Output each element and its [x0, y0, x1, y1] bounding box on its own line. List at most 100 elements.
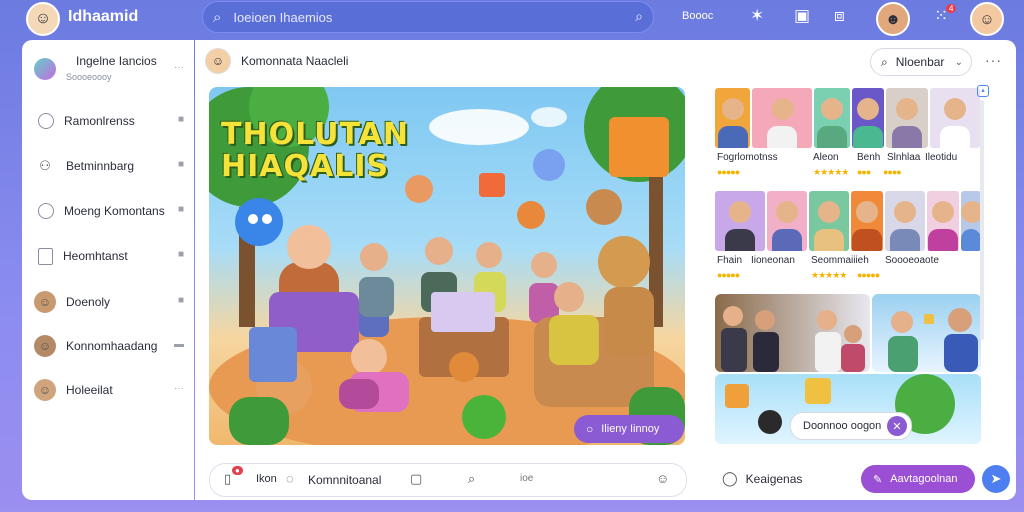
sidebar-item-contact-1[interactable]: ☺ Doenoly ■: [30, 287, 190, 317]
search-submit-icon[interactable]: ⌕: [635, 8, 643, 25]
body-shape: [892, 126, 922, 148]
chat-icon: [38, 203, 54, 219]
compose-tab-label[interactable]: Ikon: [256, 473, 277, 485]
body-shape: [725, 229, 755, 251]
compose-input[interactable]: Komnnitoanal: [308, 473, 381, 487]
gallery-photo[interactable]: [814, 88, 850, 148]
hero-title-line1: THOLUTAN: [221, 117, 409, 152]
photo-caption: Seommaiiieh: [811, 255, 869, 266]
gallery-photo[interactable]: [715, 88, 750, 148]
face-shape: [894, 201, 916, 223]
face-shape: [932, 201, 954, 223]
friend-avatar[interactable]: ☻: [876, 2, 910, 36]
gallery-scene-photo[interactable]: [715, 294, 870, 372]
hero-illustration[interactable]: THOLUTAN HIAQALIS ○ Ilieny Iinnoy: [209, 87, 685, 445]
gallery-photo[interactable]: [927, 191, 959, 251]
scene-graphic: [888, 308, 978, 372]
lock-icon: ■: [177, 114, 184, 125]
lock-icon: ■: [177, 295, 184, 306]
face-shape: [729, 201, 751, 223]
more-icon[interactable]: ···: [174, 383, 184, 394]
react-button[interactable]: ◯ Keaigenas: [722, 470, 802, 487]
sidebar-item-label: Ingelne Iancios: [76, 54, 157, 68]
people-icon: ⚇: [39, 158, 51, 173]
scene-graphic: [721, 306, 865, 372]
gallery-scrollbar[interactable]: ▴: [977, 85, 989, 340]
notification-badge: 4: [946, 4, 957, 13]
gallery-photo[interactable]: [961, 191, 981, 251]
body-shape: [853, 126, 883, 148]
body-shape: [961, 229, 981, 251]
gallery-action-button[interactable]: Doonnoo oogon ✕: [790, 412, 912, 440]
face-shape: [944, 98, 966, 120]
sparkle-icon[interactable]: ✶: [750, 6, 764, 26]
scroll-up-icon[interactable]: ▴: [977, 85, 989, 97]
sidebar-item-sublabel: Soooeoooy: [66, 72, 112, 82]
body-shape: [772, 229, 802, 251]
sidebar-item-label: Heomhtanst: [63, 249, 128, 263]
scrollbar-thumb[interactable]: [980, 100, 984, 340]
face-shape: [856, 201, 878, 223]
gallery-photo[interactable]: [852, 88, 884, 148]
face-shape: [818, 201, 840, 223]
gallery-photo[interactable]: [809, 191, 849, 251]
face-shape: [821, 98, 843, 120]
body-shape: [940, 126, 970, 148]
sidebar-item-groups[interactable]: ⚇ Betminnbarg ■: [30, 151, 190, 181]
photo-caption: Soooeoaote: [885, 255, 939, 266]
image-icon[interactable]: ▢: [410, 471, 422, 487]
gallery-photo[interactable]: [767, 191, 807, 251]
hero-title-line2: HIAQALIS: [221, 149, 390, 184]
rating-stars: ●●●●●: [717, 270, 740, 280]
body-shape: [718, 126, 748, 148]
bookmark-icon[interactable]: ▣: [794, 6, 810, 26]
gift-icon[interactable]: ⧈: [834, 6, 845, 26]
face-shape: [961, 201, 981, 223]
search-icon[interactable]: ⌕: [468, 471, 475, 487]
search-bar[interactable]: ⌕ Ioeioen Ihaemios ⌕: [202, 1, 654, 33]
members-dropdown[interactable]: ⌕ Nloenbar ⌄: [870, 48, 972, 76]
primary-action-button[interactable]: ✎ Aavtagoolnan: [861, 465, 975, 493]
close-icon[interactable]: ✕: [887, 416, 907, 436]
gallery-photo[interactable]: [885, 191, 925, 251]
hero-action-button[interactable]: ○ Ilieny Iinnoy: [574, 415, 684, 443]
gallery-photo[interactable]: [930, 88, 980, 148]
channel-avatar[interactable]: ☺: [205, 48, 231, 74]
main-panel: ☺ Komonnata Naacleli ⌕ Nloenbar ⌄ ··· TH…: [195, 40, 1016, 500]
more-options-icon[interactable]: ···: [985, 52, 1002, 68]
sidebar-item-profile[interactable]: Ingelne Iancios Soooeoooy ···: [30, 54, 190, 84]
send-icon: ➤: [990, 471, 1002, 486]
lock-icon: ■: [177, 159, 184, 170]
react-label: Keaigenas: [745, 471, 803, 486]
profile-avatar[interactable]: ☺: [970, 2, 1004, 36]
sidebar-item-documents[interactable]: Heomhtanst ■: [30, 241, 190, 271]
more-icon[interactable]: ···: [174, 62, 184, 73]
top-link[interactable]: Boooc: [682, 10, 713, 22]
gallery-photo[interactable]: [715, 191, 765, 251]
search-input[interactable]: Ioeioen Ihaemios: [233, 10, 332, 25]
quote-icon[interactable]: ◌: [286, 471, 294, 486]
attachment-icon[interactable]: ▯: [224, 471, 231, 487]
sidebar-item-contact-2[interactable]: ☺ Konnomhaadang ▬: [30, 331, 190, 361]
send-button[interactable]: ➤: [982, 465, 1010, 493]
rating-stars: ★★★★★: [811, 270, 847, 280]
gallery-photo[interactable]: [752, 88, 812, 148]
sidebar-item-messages[interactable]: Ramonlrenss ■: [30, 106, 190, 136]
members-label: Nloenbar: [895, 55, 945, 69]
face-shape: [776, 201, 798, 223]
search-icon: ⌕: [213, 8, 222, 26]
top-bar: ☺ Idhaamid ⌕ Ioeioen Ihaemios ⌕ Boooc ✶ …: [8, 0, 1016, 36]
emoji-icon[interactable]: ☺: [656, 471, 669, 486]
body-shape: [852, 229, 882, 251]
gallery-photo[interactable]: [851, 191, 883, 251]
face-shape: [857, 98, 879, 120]
sidebar-item-comments[interactable]: Moeng Komontans ■: [30, 196, 190, 226]
photo-caption: Iioneonan: [751, 255, 795, 266]
gallery-scene-photo[interactable]: [872, 294, 981, 372]
body-shape: [928, 229, 958, 251]
app-logo-avatar[interactable]: ☺: [26, 2, 60, 36]
photo-caption: Ileotidu: [925, 152, 958, 163]
hero-action-label: Ilieny Iinnoy: [601, 423, 660, 435]
gallery-photo[interactable]: [886, 88, 928, 148]
sidebar-item-contact-3[interactable]: ☺ Holeeilat ···: [30, 375, 190, 405]
